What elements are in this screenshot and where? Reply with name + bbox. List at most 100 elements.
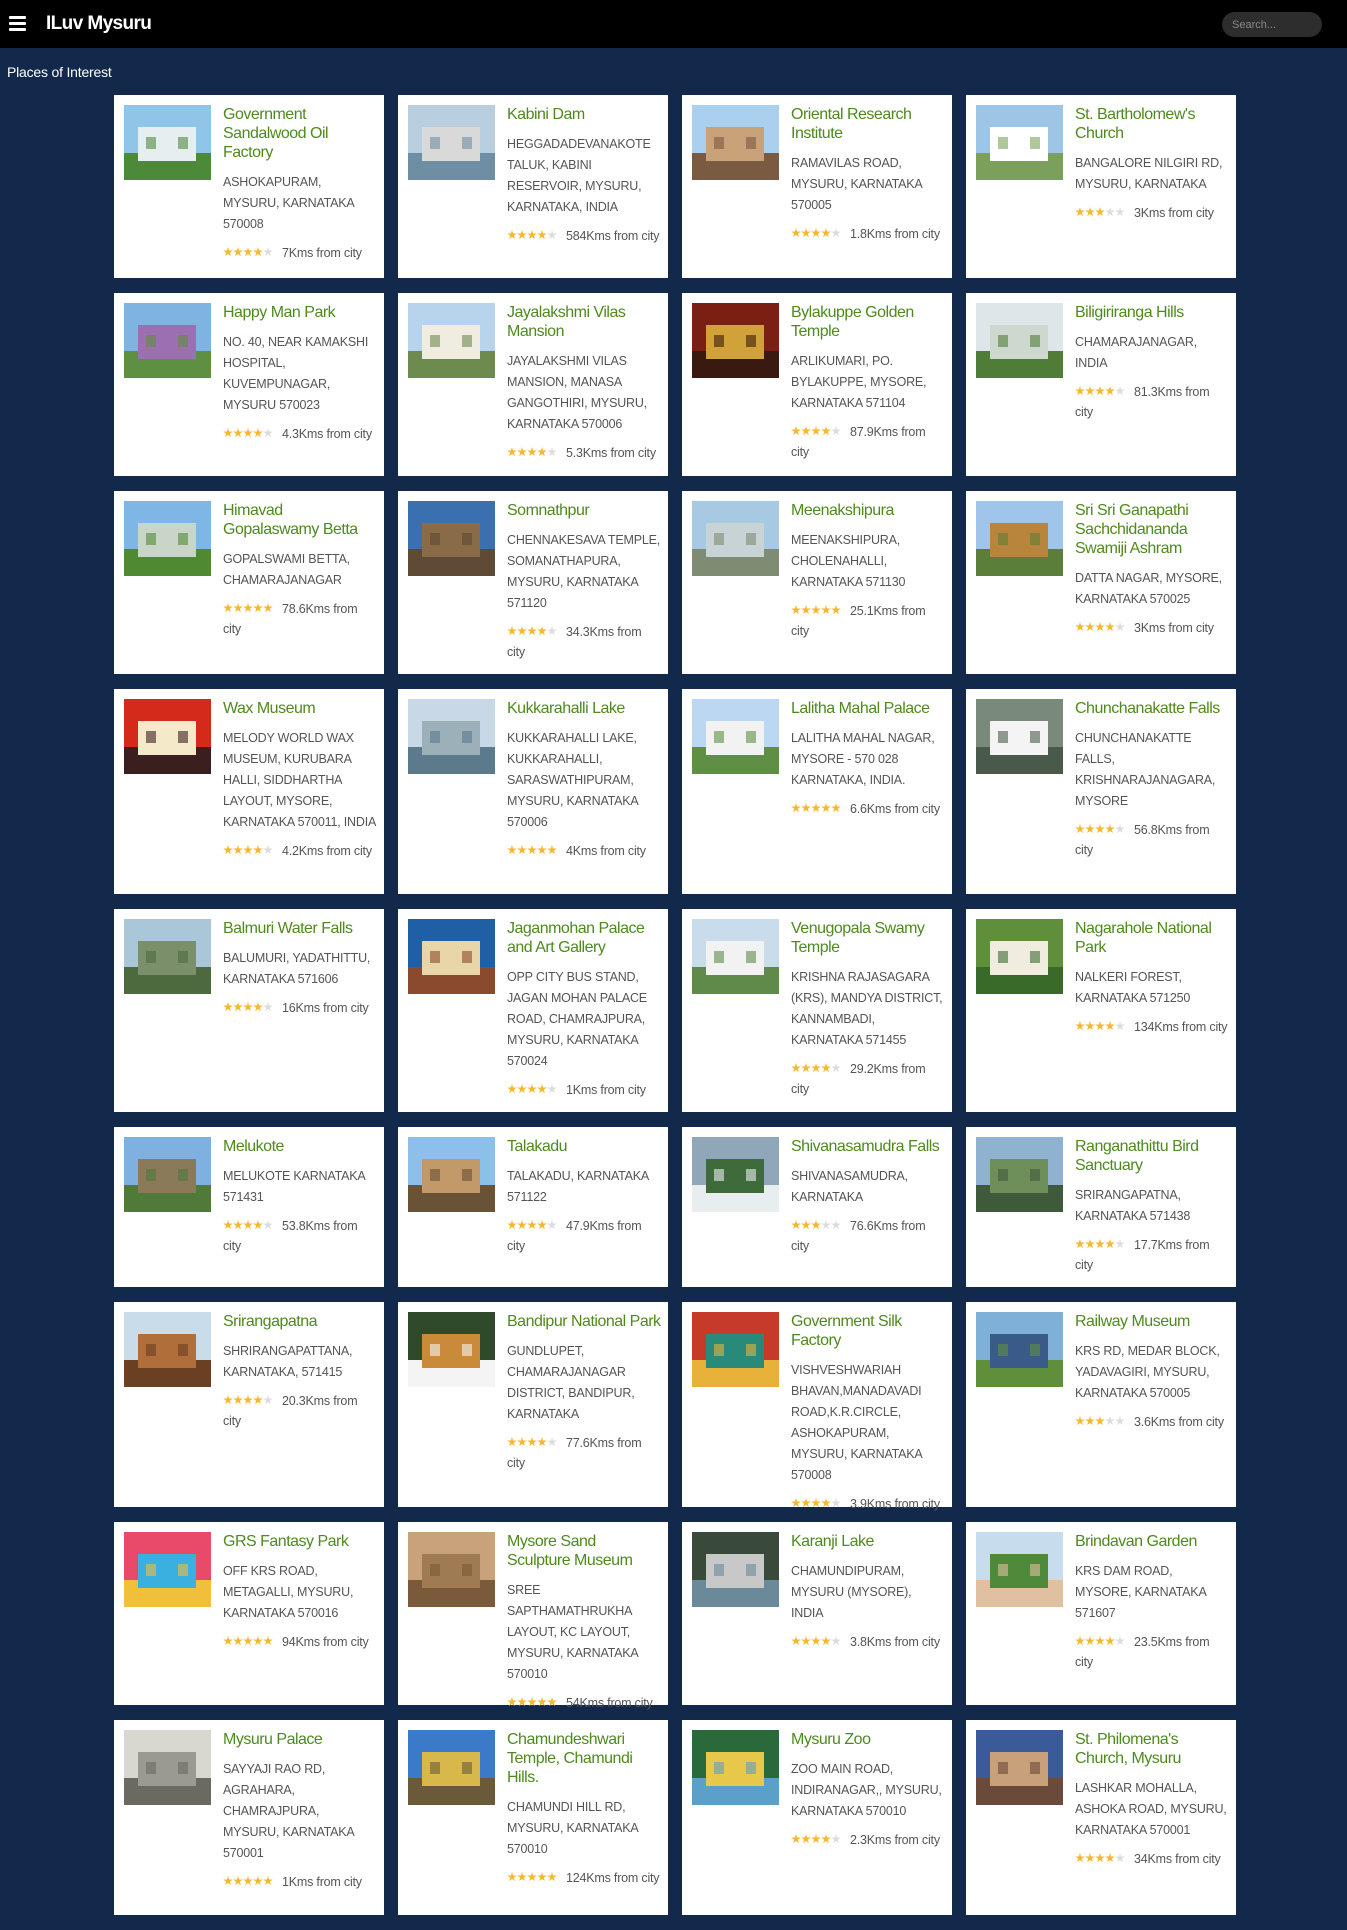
place-name-link[interactable]: Balmuri Water Falls [223, 919, 378, 938]
place-card[interactable]: Brindavan Garden KRS DAM ROAD, MYSORE, KA… [966, 1522, 1236, 1705]
place-card[interactable]: Mysuru Palace SAYYAJI RAO RD, AGRAHARA, C… [114, 1720, 384, 1915]
place-thumbnail[interactable] [692, 1730, 779, 1805]
place-thumbnail[interactable] [692, 303, 779, 378]
place-name-link[interactable]: Biligiriranga Hills [1075, 303, 1230, 322]
place-card[interactable]: Srirangapatna SHRIRANGAPATTANA, KARNATAKA… [114, 1302, 384, 1507]
place-card[interactable]: Mysuru Zoo ZOO MAIN ROAD, INDIRANAGAR,, M… [682, 1720, 952, 1915]
place-thumbnail[interactable] [692, 1137, 779, 1212]
place-name-link[interactable]: Mysore Sand Sculpture Museum [507, 1532, 662, 1570]
place-thumbnail[interactable] [408, 1730, 495, 1805]
place-name-link[interactable]: Jaganmohan Palace and Art Gallery [507, 919, 662, 957]
place-thumbnail[interactable] [692, 919, 779, 994]
place-thumbnail[interactable] [408, 919, 495, 994]
place-name-link[interactable]: Himavad Gopalaswamy Betta [223, 501, 378, 539]
place-thumbnail[interactable] [408, 1137, 495, 1212]
place-card[interactable]: Shivanasamudra Falls SHIVANASAMUDRA, KARN… [682, 1127, 952, 1287]
place-card[interactable]: Happy Man Park NO. 40, NEAR KAMAKSHI HOSP… [114, 293, 384, 476]
search-input[interactable] [1222, 12, 1322, 37]
place-thumbnail[interactable] [124, 1730, 211, 1805]
place-name-link[interactable]: Lalitha Mahal Palace [791, 699, 946, 718]
place-name-link[interactable]: Government Sandalwood Oil Factory [223, 105, 378, 162]
place-card[interactable]: Himavad Gopalaswamy Betta GOPALSWAMI BETT… [114, 491, 384, 674]
place-card[interactable]: Lalitha Mahal Palace LALITHA MAHAL NAGAR,… [682, 689, 952, 894]
place-card[interactable]: Karanji Lake CHAMUNDIPURAM, MYSURU (MYSOR… [682, 1522, 952, 1705]
place-card[interactable]: GRS Fantasy Park OFF KRS ROAD, METAGALLI,… [114, 1522, 384, 1705]
place-name-link[interactable]: Mysuru Palace [223, 1730, 378, 1749]
place-thumbnail[interactable] [124, 501, 211, 576]
place-name-link[interactable]: Happy Man Park [223, 303, 378, 322]
place-name-link[interactable]: Melukote [223, 1137, 378, 1156]
place-card[interactable]: Biligiriranga Hills CHAMARAJANAGAR, INDIA… [966, 293, 1236, 476]
place-card[interactable]: Talakadu TALAKADU, KARNATAKA 571122 47.9Km… [398, 1127, 668, 1287]
place-thumbnail[interactable] [692, 1312, 779, 1387]
place-name-link[interactable]: Bandipur National Park [507, 1312, 662, 1331]
place-card[interactable]: Government Sandalwood Oil Factory ASHOKAP… [114, 95, 384, 278]
place-name-link[interactable]: Ranganathittu Bird Sanctuary [1075, 1137, 1230, 1175]
place-name-link[interactable]: Kabini Dam [507, 105, 662, 124]
place-card[interactable]: Somnathpur CHENNAKESAVA TEMPLE, SOMANATHA… [398, 491, 668, 674]
place-thumbnail[interactable] [976, 919, 1063, 994]
place-name-link[interactable]: Bylakuppe Golden Temple [791, 303, 946, 341]
place-name-link[interactable]: Venugopala Swamy Temple [791, 919, 946, 957]
place-thumbnail[interactable] [976, 1137, 1063, 1212]
place-card[interactable]: Government Silk Factory VISHVESHWARIAH BH… [682, 1302, 952, 1511]
place-name-link[interactable]: Chamundeshwari Temple, Chamundi Hills. [507, 1730, 662, 1787]
place-card[interactable]: Kabini Dam HEGGADADEVANAKOTE TALUK, KABIN… [398, 95, 668, 278]
place-name-link[interactable]: Shivanasamudra Falls [791, 1137, 946, 1156]
place-thumbnail[interactable] [124, 1532, 211, 1607]
place-card[interactable]: Jayalakshmi Vilas Mansion JAYALAKSHMI VIL… [398, 293, 668, 476]
place-thumbnail[interactable] [692, 105, 779, 180]
place-thumbnail[interactable] [408, 105, 495, 180]
place-thumbnail[interactable] [408, 1312, 495, 1387]
place-card[interactable]: St. Bartholomew's Church BANGALORE NILGIR… [966, 95, 1236, 278]
place-thumbnail[interactable] [124, 303, 211, 378]
place-name-link[interactable]: Jayalakshmi Vilas Mansion [507, 303, 662, 341]
place-name-link[interactable]: Government Silk Factory [791, 1312, 946, 1350]
place-thumbnail[interactable] [408, 303, 495, 378]
place-name-link[interactable]: Railway Museum [1075, 1312, 1230, 1331]
place-thumbnail[interactable] [976, 501, 1063, 576]
place-card[interactable]: Ranganathittu Bird Sanctuary SRIRANGAPATN… [966, 1127, 1236, 1287]
place-card[interactable]: Jaganmohan Palace and Art Gallery OPP CIT… [398, 909, 668, 1112]
place-thumbnail[interactable] [692, 699, 779, 774]
place-thumbnail[interactable] [124, 1137, 211, 1212]
place-card[interactable]: Bylakuppe Golden Temple ARLIKUMARI, PO. B… [682, 293, 952, 476]
place-card[interactable]: Wax Museum MELODY WORLD WAX MUSEUM, KURUB… [114, 689, 384, 894]
place-thumbnail[interactable] [976, 303, 1063, 378]
place-thumbnail[interactable] [692, 1532, 779, 1607]
place-name-link[interactable]: Mysuru Zoo [791, 1730, 946, 1749]
place-thumbnail[interactable] [692, 501, 779, 576]
app-title[interactable]: ILuv Mysuru [46, 13, 152, 35]
place-thumbnail[interactable] [408, 699, 495, 774]
place-name-link[interactable]: St. Bartholomew's Church [1075, 105, 1230, 143]
place-thumbnail[interactable] [408, 501, 495, 576]
place-card[interactable]: Bandipur National Park GUNDLUPET, CHAMARA… [398, 1302, 668, 1507]
place-card[interactable]: Nagarahole National Park NALKERI FOREST, … [966, 909, 1236, 1112]
hamburger-menu-icon[interactable] [9, 16, 26, 31]
place-card[interactable]: Chamundeshwari Temple, Chamundi Hills. CH… [398, 1720, 668, 1915]
place-thumbnail[interactable] [124, 699, 211, 774]
place-thumbnail[interactable] [976, 1532, 1063, 1607]
place-name-link[interactable]: Wax Museum [223, 699, 378, 718]
place-name-link[interactable]: Sri Sri Ganapathi Sachchidananda Swamiji… [1075, 501, 1230, 558]
place-thumbnail[interactable] [124, 919, 211, 994]
place-thumbnail[interactable] [124, 1312, 211, 1387]
place-card[interactable]: Balmuri Water Falls BALUMURI, YADATHITTU,… [114, 909, 384, 1112]
place-name-link[interactable]: Somnathpur [507, 501, 662, 520]
place-name-link[interactable]: Oriental Research Institute [791, 105, 946, 143]
place-thumbnail[interactable] [976, 1730, 1063, 1805]
place-thumbnail[interactable] [976, 699, 1063, 774]
place-card[interactable]: Mysore Sand Sculpture Museum SREE SAPTHAM… [398, 1522, 668, 1710]
place-name-link[interactable]: Chunchanakatte Falls [1075, 699, 1230, 718]
place-thumbnail[interactable] [976, 1312, 1063, 1387]
place-thumbnail[interactable] [408, 1532, 495, 1607]
place-name-link[interactable]: Kukkarahalli Lake [507, 699, 662, 718]
place-card[interactable]: Chunchanakatte Falls CHUNCHANAKATTE FALLS… [966, 689, 1236, 894]
place-card[interactable]: Kukkarahalli Lake KUKKARAHALLI LAKE, KUKK… [398, 689, 668, 894]
place-thumbnail[interactable] [124, 105, 211, 180]
place-name-link[interactable]: Nagarahole National Park [1075, 919, 1230, 957]
place-card[interactable]: Venugopala Swamy Temple KRISHNA RAJASAGAR… [682, 909, 952, 1112]
place-card[interactable]: Oriental Research Institute RAMAVILAS ROA… [682, 95, 952, 278]
place-card[interactable]: St. Philomena's Church, Mysuru LASHKAR MO… [966, 1720, 1236, 1915]
place-card[interactable]: Meenakshipura MEENAKSHIPURA, CHOLENAHALLI… [682, 491, 952, 674]
